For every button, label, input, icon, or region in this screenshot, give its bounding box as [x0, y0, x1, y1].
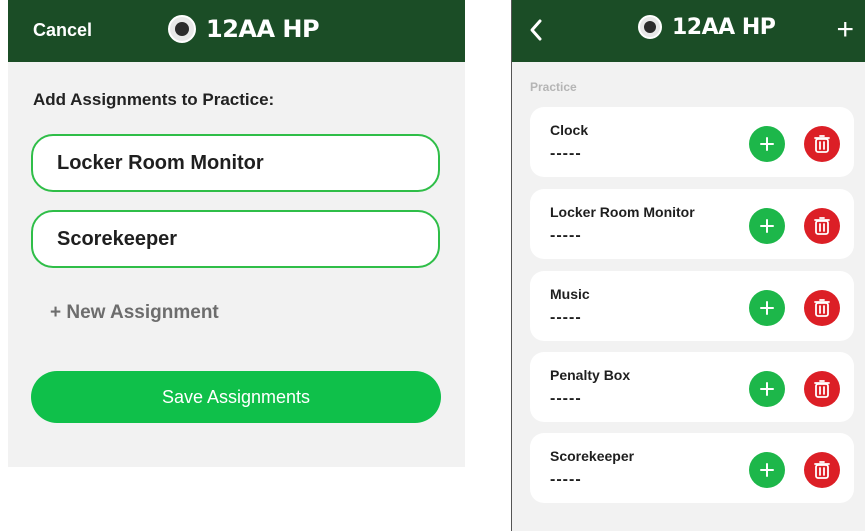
plus-icon[interactable]: + — [836, 15, 854, 45]
assignment-card: Locker Room Monitor ----- — [530, 189, 854, 259]
delete-assignment-button[interactable] — [804, 371, 840, 407]
assignment-field[interactable]: Scorekeeper — [31, 210, 440, 268]
add-assignments-screen: Cancel 12AA HP Add Assignments to Practi… — [8, 0, 465, 467]
delete-assignment-button[interactable] — [804, 126, 840, 162]
assignment-card: Scorekeeper ----- — [530, 433, 854, 503]
nav-bar: Cancel 12AA HP — [8, 0, 465, 62]
add-assignments-heading: Add Assignments to Practice: — [33, 90, 275, 109]
section-label: Practice — [530, 80, 577, 94]
add-assignee-button[interactable] — [749, 452, 785, 488]
nav-title: 12AA HP — [638, 0, 776, 58]
assignment-card: Music ----- — [530, 271, 854, 341]
add-assignee-button[interactable] — [749, 126, 785, 162]
cancel-button[interactable]: Cancel — [33, 20, 92, 41]
assignment-title: Locker Room Monitor — [550, 204, 695, 220]
team-logo-icon — [168, 15, 196, 43]
team-name: 12AA HP — [672, 14, 776, 40]
assignee-value: ----- — [550, 145, 582, 162]
assignment-title: Penalty Box — [550, 367, 631, 383]
assignment-title: Scorekeeper — [550, 448, 635, 464]
practice-assignments-screen: 12AA HP + Practice Clock ----- Locker Ro… — [511, 0, 865, 531]
plus-icon — [760, 219, 774, 233]
plus-icon — [760, 137, 774, 151]
add-assignee-button[interactable] — [749, 290, 785, 326]
add-assignee-button[interactable] — [749, 208, 785, 244]
trash-icon — [814, 135, 830, 153]
assignee-value: ----- — [550, 309, 582, 326]
delete-assignment-button[interactable] — [804, 208, 840, 244]
trash-icon — [814, 380, 830, 398]
trash-icon — [814, 461, 830, 479]
team-name: 12AA HP — [206, 15, 320, 43]
delete-assignment-button[interactable] — [804, 290, 840, 326]
plus-icon — [760, 301, 774, 315]
team-logo-icon — [638, 15, 662, 39]
plus-icon — [760, 382, 774, 396]
plus-icon — [760, 463, 774, 477]
add-assignee-button[interactable] — [749, 371, 785, 407]
assignment-title: Music — [550, 286, 590, 302]
chevron-left-icon[interactable] — [528, 18, 544, 46]
assignee-value: ----- — [550, 471, 582, 488]
assignee-value: ----- — [550, 390, 582, 407]
assignment-card: Clock ----- — [530, 107, 854, 177]
assignment-card: Penalty Box ----- — [530, 352, 854, 422]
assignment-field[interactable]: Locker Room Monitor — [31, 134, 440, 192]
nav-bar: 12AA HP + — [512, 0, 865, 62]
trash-icon — [814, 217, 830, 235]
assignee-value: ----- — [550, 227, 582, 244]
delete-assignment-button[interactable] — [804, 452, 840, 488]
nav-title: 12AA HP — [168, 0, 320, 60]
assignment-title: Clock — [550, 122, 589, 138]
trash-icon — [814, 299, 830, 317]
save-assignments-button[interactable]: Save Assignments — [31, 371, 441, 423]
new-assignment-button[interactable]: + New Assignment — [50, 302, 219, 324]
